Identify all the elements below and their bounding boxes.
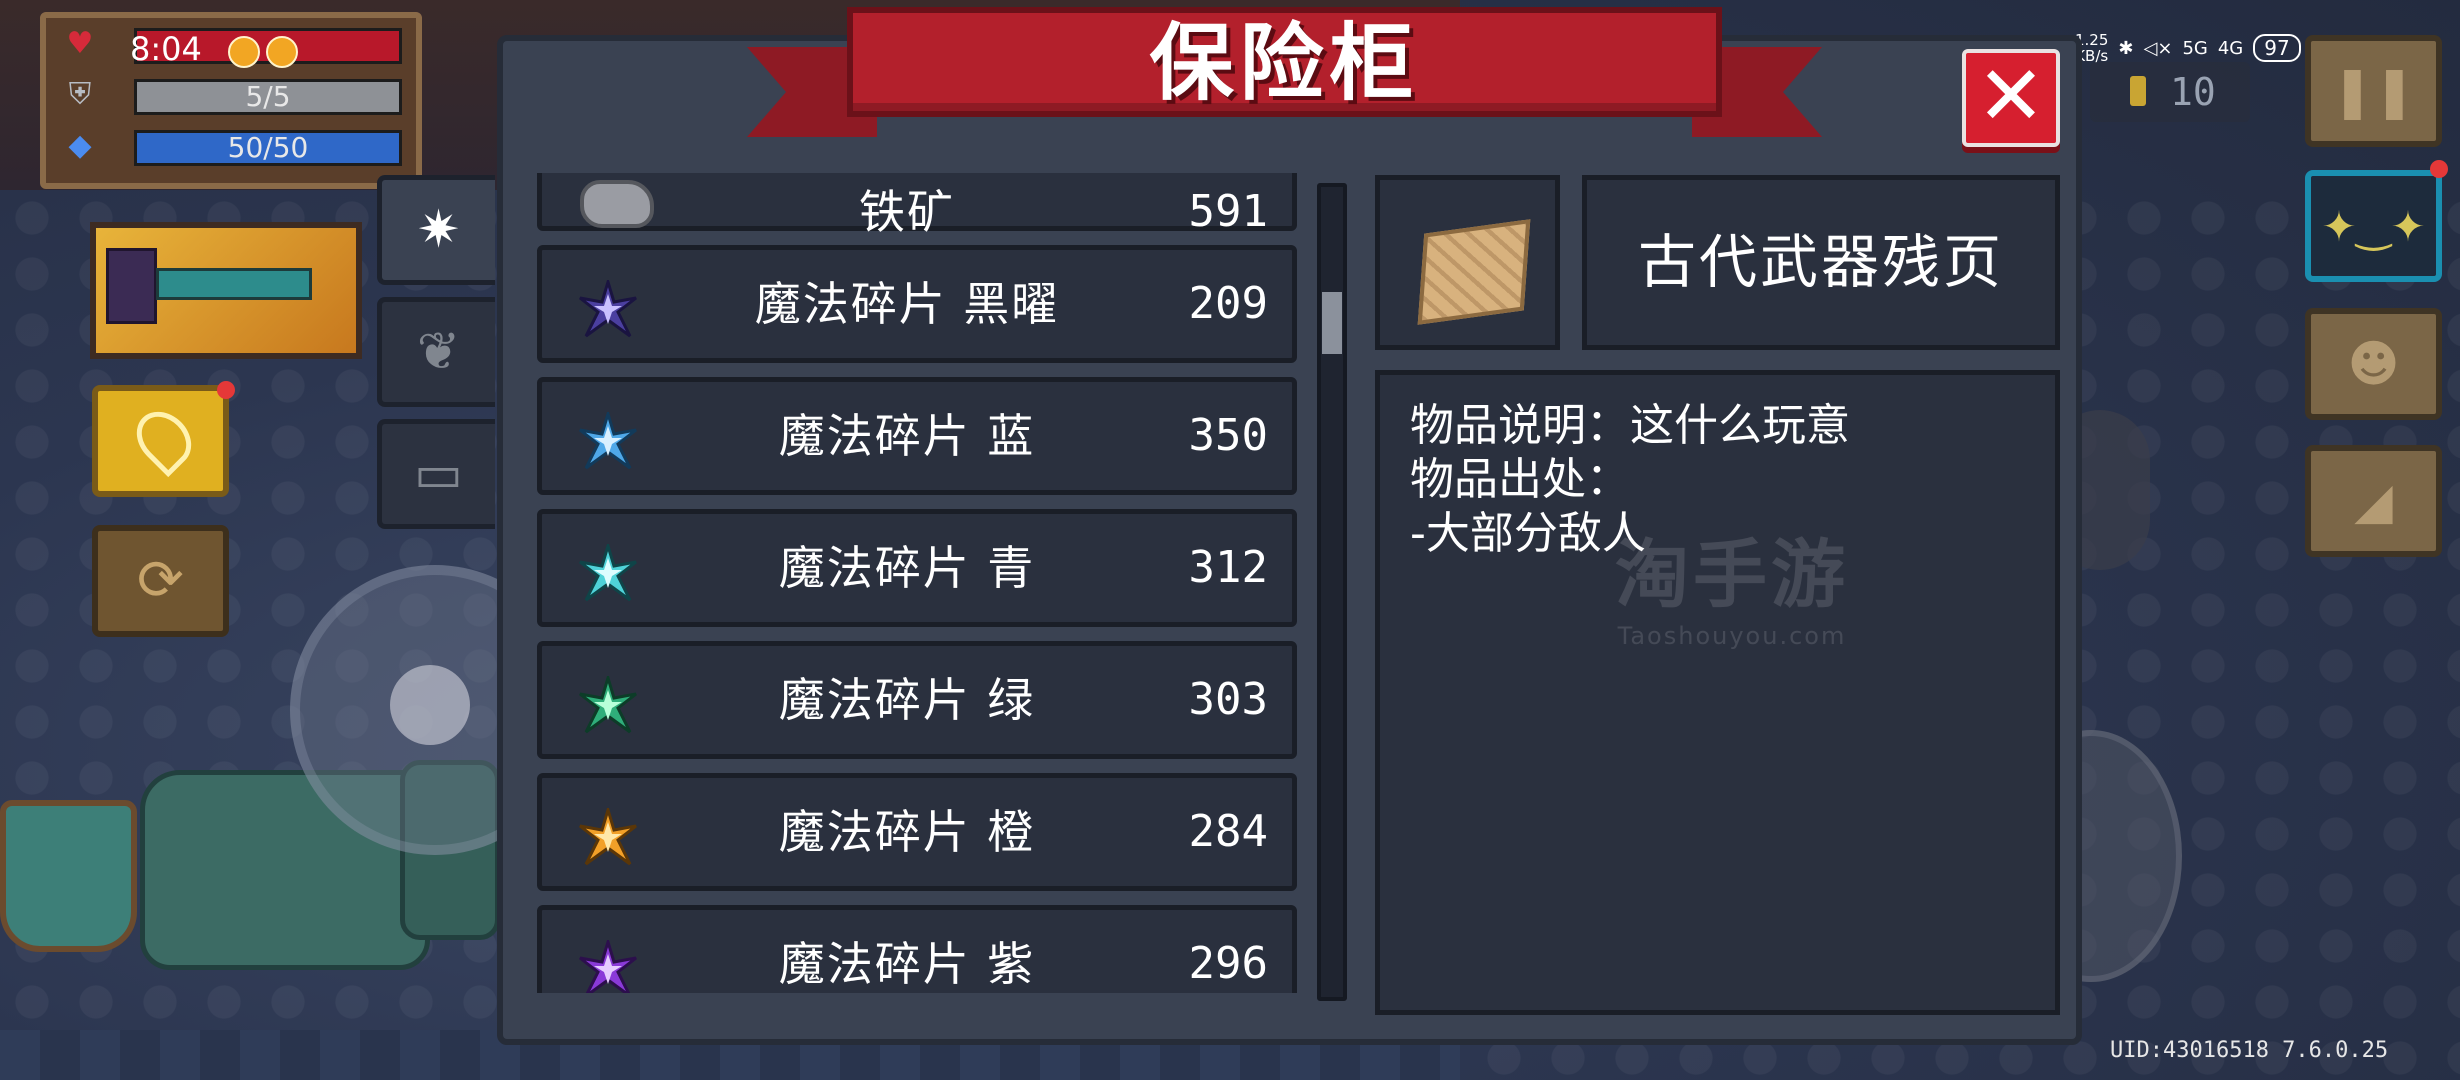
- mana-bar: 50/50: [134, 130, 402, 166]
- shard-green-icon: [579, 676, 637, 734]
- item-list[interactable]: 铁矿 591 魔法碎片 黑曜 209 魔法碎片 蓝 350 魔法碎片 青 312…: [519, 173, 1319, 993]
- stairs-button[interactable]: ◢: [2305, 445, 2442, 557]
- tab-materials[interactable]: ✷: [377, 175, 495, 285]
- profile-icon: ☻: [2347, 335, 2400, 393]
- close-button[interactable]: ✕: [1962, 49, 2060, 147]
- list-item[interactable]: 铁矿 591: [537, 173, 1297, 239]
- heart-icon: ♥: [66, 25, 94, 61]
- armor-text: 5/5: [245, 80, 291, 113]
- item-name: 魔法碎片 蓝: [778, 409, 1036, 463]
- pause-button[interactable]: ❚❚: [2305, 35, 2442, 147]
- notification-dot: [217, 381, 235, 399]
- description-line: 物品出处：: [1410, 454, 1630, 505]
- list-item[interactable]: 魔法碎片 蓝 350: [537, 377, 1297, 495]
- mana-text: 50/50: [227, 131, 309, 164]
- ticket-icon: ▭: [413, 444, 464, 504]
- joystick-knob[interactable]: [390, 665, 470, 745]
- sparkle-icon: ✷: [416, 200, 461, 260]
- bluetooth-icon: ✱: [2118, 37, 2134, 59]
- dialog-title: 保险柜: [1149, 14, 1420, 112]
- title-banner: 保险柜: [747, 7, 1822, 137]
- item-count: 284: [1188, 806, 1268, 857]
- coin-counter: 10: [2090, 62, 2250, 122]
- shard-cyan-icon: [579, 544, 637, 602]
- ancient-page-icon: [1417, 219, 1531, 325]
- notification-icons: [228, 36, 298, 68]
- hero-sprite: [106, 248, 157, 324]
- list-item[interactable]: 魔法碎片 黑曜 209: [537, 245, 1297, 363]
- profile-button[interactable]: ☻: [2305, 308, 2442, 420]
- stairs-icon: ◢: [2354, 472, 2393, 530]
- arcade-button[interactable]: ✦‿✦: [2305, 160, 2448, 282]
- armor-bar: 5/5: [134, 79, 402, 115]
- arcade-icon: ✦‿✦: [2321, 201, 2426, 251]
- armor-row: ⛨ 5/5: [58, 75, 403, 115]
- item-count: 350: [1188, 410, 1268, 461]
- shard-obsidian-icon: [579, 280, 637, 338]
- scrollbar[interactable]: [1317, 183, 1347, 1001]
- scrollbar-thumb[interactable]: [1322, 292, 1342, 354]
- tab-tickets[interactable]: ▭: [377, 419, 495, 529]
- item-count: 303: [1188, 674, 1268, 725]
- item-description: 物品说明：这什么玩意 物品出处： -大部分敌人: [1375, 370, 2060, 1015]
- signal-5g: 5G: [2182, 37, 2208, 59]
- description-line: 物品说明：这什么玩意: [1410, 400, 1850, 451]
- item-name: 魔法碎片 橙: [778, 805, 1036, 859]
- item-count: 312: [1188, 542, 1268, 593]
- water-tub: [0, 800, 137, 952]
- user-id-version: UID:43016518 7.6.0.25: [2110, 1038, 2389, 1063]
- item-name: 魔法碎片 青: [778, 541, 1036, 595]
- iron-ore-icon: [580, 180, 654, 228]
- shard-orange-icon: [579, 808, 637, 866]
- item-count: 296: [1188, 938, 1268, 989]
- list-item[interactable]: 魔法碎片 绿 303: [537, 641, 1297, 759]
- plant-icon: ❦: [416, 322, 461, 382]
- selected-item-name: 古代武器残页: [1582, 175, 2060, 350]
- close-icon: ✕: [1976, 49, 2046, 144]
- system-clock: 8:04: [130, 30, 202, 68]
- shield-icon: ⛨: [68, 76, 92, 112]
- mute-icon: ◁×: [2143, 37, 2173, 59]
- description-line: -大部分敌人: [1410, 508, 1646, 559]
- app-notification-icon: [228, 36, 260, 68]
- list-item[interactable]: 魔法碎片 紫 296: [537, 905, 1297, 993]
- diamond-icon: ◆: [68, 127, 92, 163]
- notification-dot: [2430, 160, 2448, 178]
- tab-plants[interactable]: ❦: [377, 297, 495, 407]
- item-count: 209: [1188, 278, 1268, 329]
- location-pin-icon: [125, 400, 203, 478]
- item-name: 魔法碎片 绿: [778, 673, 1036, 727]
- map-button[interactable]: [92, 381, 235, 497]
- item-name: 魔法碎片 紫: [778, 937, 1036, 991]
- weapon-sprite: [156, 268, 312, 300]
- coin-count: 10: [2170, 70, 2216, 114]
- list-item[interactable]: 魔法碎片 青 312: [537, 509, 1297, 627]
- pause-icon: ❚❚: [2331, 62, 2416, 120]
- item-name: 魔法碎片 黑曜: [754, 277, 1060, 331]
- coin-icon: [2130, 76, 2146, 106]
- banner-body: 保险柜: [847, 7, 1722, 117]
- app-notification-icon: [266, 36, 298, 68]
- swap-weapon-button[interactable]: ⟳: [92, 525, 229, 637]
- signal-4g: 4G: [2217, 37, 2244, 59]
- safe-box-dialog: ✷ ❦ ▭ 保险柜 ✕ 铁矿 591 魔法碎片 黑曜 209 魔法碎片 蓝 35…: [377, 7, 2082, 1045]
- list-item[interactable]: 魔法碎片 橙 284: [537, 773, 1297, 891]
- battery-indicator: 97: [2253, 34, 2301, 62]
- shard-blue-icon: [579, 412, 637, 470]
- swap-icon: ⟳: [137, 548, 184, 613]
- mana-row: ◆ 50/50: [58, 126, 403, 166]
- shard-purple-icon: [579, 940, 637, 993]
- selected-item-icon-box: [1375, 175, 1560, 350]
- weapon-card[interactable]: [90, 222, 362, 359]
